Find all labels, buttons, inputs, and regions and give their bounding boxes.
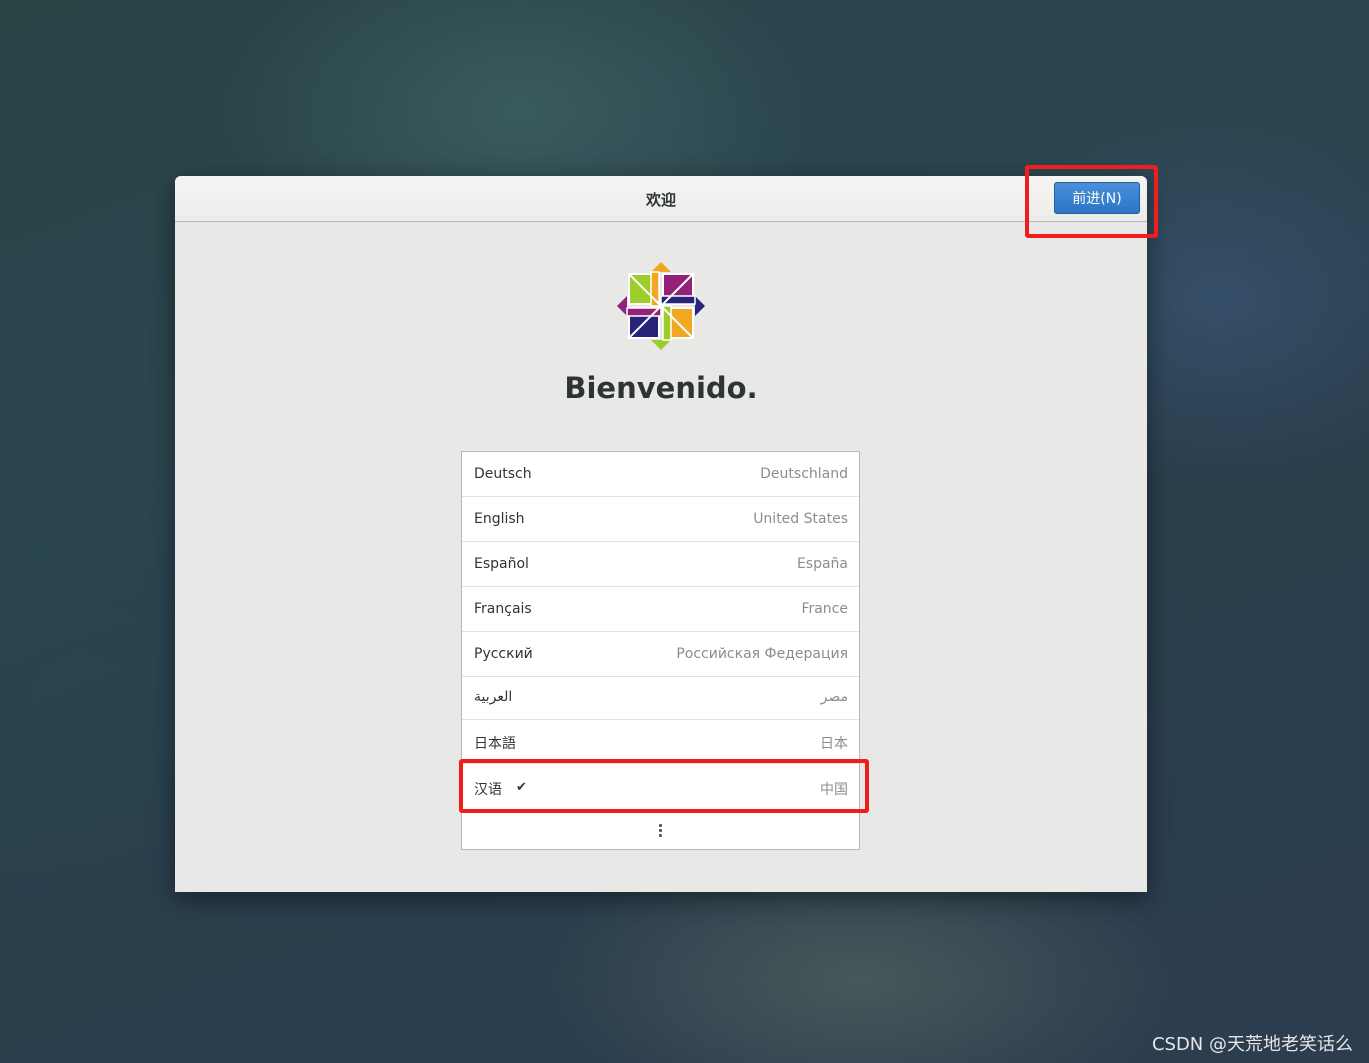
watermark-text: CSDN @天荒地老笑话么	[1151, 1034, 1353, 1055]
language-name: العربية	[474, 689, 513, 705]
language-region: مصر	[820, 689, 848, 705]
language-row-russian[interactable]: Русский Российская Федерация	[462, 632, 859, 677]
language-region: Российская Федерация	[676, 646, 848, 662]
dialog-title: 欢迎	[645, 191, 676, 209]
language-row-deutsch[interactable]: Deutsch Deutschland	[462, 452, 859, 497]
language-row-chinese[interactable]: 汉语 ✔ 中国	[462, 764, 859, 812]
language-row-espanol[interactable]: Español España	[462, 542, 859, 587]
welcome-heading: Bienvenido.	[564, 371, 758, 405]
language-region: France	[801, 601, 848, 617]
language-name: Русский	[474, 646, 533, 662]
language-region: 中国	[820, 782, 848, 798]
selected-check-icon: ✔	[516, 780, 527, 795]
more-languages-button[interactable]	[462, 812, 859, 849]
welcome-dialog: 欢迎 前进(N) Bienvenido. Deutsch Deutschland…	[175, 176, 1147, 892]
language-row-english[interactable]: English United States	[462, 497, 859, 542]
language-name: 汉语	[474, 782, 502, 798]
language-region: United States	[753, 511, 848, 527]
more-vertical-icon	[659, 824, 662, 837]
language-name: Deutsch	[474, 466, 532, 482]
language-row-francais[interactable]: Français France	[462, 587, 859, 632]
language-region: Deutschland	[760, 466, 848, 482]
language-name: Español	[474, 556, 529, 572]
language-name: Français	[474, 601, 532, 617]
language-name: 日本語	[474, 736, 516, 752]
language-row-arabic[interactable]: العربية مصر	[462, 677, 859, 720]
language-list: Deutsch Deutschland English United State…	[461, 451, 860, 850]
next-button[interactable]: 前进(N)	[1054, 182, 1140, 214]
dialog-header: 欢迎 前进(N)	[175, 176, 1147, 222]
language-region: 日本	[820, 736, 848, 752]
centos-logo-icon	[617, 262, 705, 350]
language-name: English	[474, 511, 525, 527]
language-row-japanese[interactable]: 日本語 日本	[462, 720, 859, 764]
language-region: España	[796, 556, 848, 572]
